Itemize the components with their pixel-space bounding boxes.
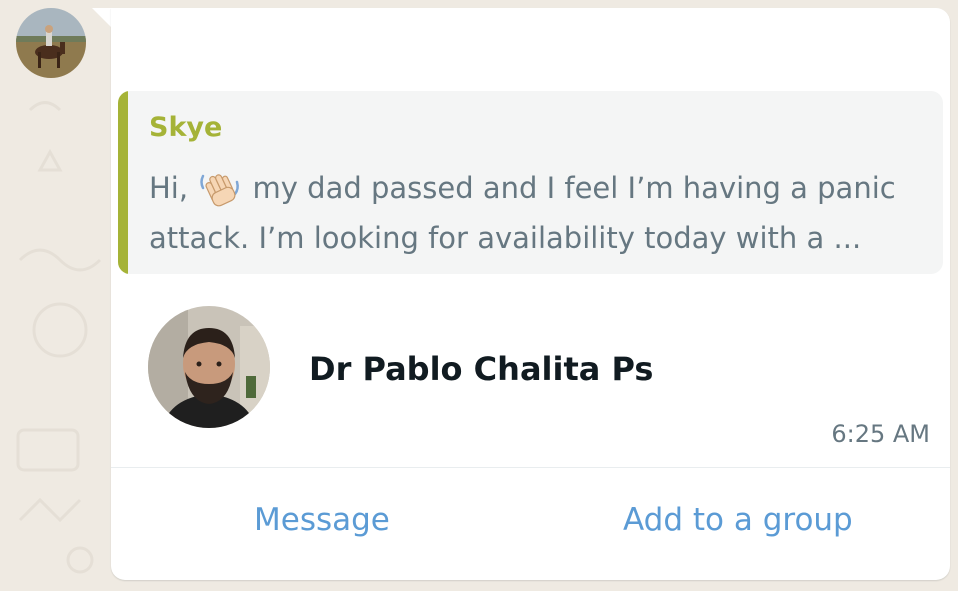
message-button[interactable]: Message	[254, 502, 390, 538]
quote-accent-bar	[118, 91, 128, 274]
message-timestamp: 6:25 AM	[831, 420, 930, 448]
quoted-text-start: Hi,	[149, 171, 198, 205]
quoted-message[interactable]: Skye Hi, my dad passed and I feel I’m ha…	[118, 91, 943, 274]
waving-hand-icon	[200, 174, 240, 207]
sender-avatar[interactable]	[16, 8, 86, 78]
action-divider	[111, 467, 950, 468]
contact-card-message: Skye Hi, my dad passed and I feel I’m ha…	[111, 8, 950, 580]
add-to-group-button[interactable]: Add to a group	[623, 502, 853, 538]
quoted-text-end: my dad passed and I feel I’m having a pa…	[149, 171, 896, 255]
quoted-author: Skye	[149, 112, 223, 143]
contact-name[interactable]: Dr Pablo Chalita Ps	[309, 350, 653, 388]
quoted-text: Hi, my dad passed and I feel I’m having …	[149, 163, 919, 263]
contact-avatar[interactable]	[148, 306, 270, 428]
